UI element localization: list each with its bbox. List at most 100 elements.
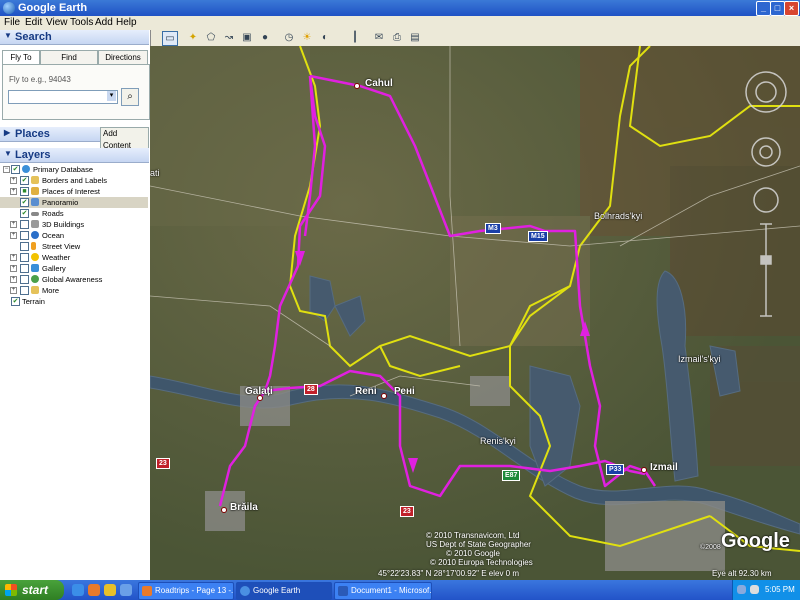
map-label-cahul[interactable]: Cahul [365,78,393,89]
polygon-icon[interactable]: ⬠ [204,31,218,44]
layer-label: Street View [42,242,81,251]
places-section-header[interactable]: ▶ Places Add Content [0,127,149,153]
layer-label: Primary Database [33,165,94,174]
minimize-button[interactable]: _ [756,1,771,16]
layer-checkbox[interactable] [20,264,29,273]
layer-row-panoramio[interactable]: ✔ Panoramio [0,197,148,208]
map-label-reni-cyrillic[interactable]: Рені [394,386,415,397]
layer-checkbox[interactable]: ✔ [11,165,20,174]
close-button[interactable]: × [784,1,799,16]
copyright-line-4: © 2010 Europa Technologies [430,558,533,567]
photo-icon [31,198,39,206]
map-view[interactable]: Cahul Bolhrads'kyi Izmail's'kyi Reni Рен… [150,46,800,580]
layer-row-gallery[interactable]: + Gallery [0,263,148,274]
menu-tools[interactable]: Tools [70,17,93,28]
word-icon [338,586,348,596]
map-label-izmails[interactable]: Izmail's'kyi [678,354,720,364]
collapse-triangle-icon: ▼ [4,31,12,40]
start-button[interactable]: start [0,580,64,600]
tab-find-businesses[interactable]: Find Businesses [40,50,98,75]
tray-volume-icon[interactable] [750,585,759,594]
placemark-icon[interactable]: ✦ [186,31,200,44]
quicklaunch-ie-icon[interactable] [72,584,84,596]
poi-icon [31,187,39,195]
layer-row-roads[interactable]: ✔ Roads [0,208,148,219]
email-icon[interactable]: ✉ [372,31,386,44]
fly-to-input[interactable]: ▾ [8,90,118,104]
layer-row-primary-database[interactable]: − ✔ Primary Database [0,164,148,175]
expand-toggle-icon[interactable]: + [10,287,17,294]
layer-checkbox[interactable] [20,242,29,251]
task-roadtrips[interactable]: Roadtrips - Page 13 -... [138,582,234,600]
quicklaunch-desktop-icon[interactable] [120,584,132,596]
menu-view[interactable]: View [46,17,68,28]
clock[interactable]: 5:05 PM [765,580,795,600]
layer-checkbox[interactable]: ■ [20,187,29,196]
expand-toggle-icon[interactable]: + [10,265,17,272]
layer-checkbox[interactable]: ✔ [20,198,29,207]
image-overlay-icon[interactable]: ▣ [240,31,254,44]
map-label-izmail[interactable]: Izmail [650,462,678,473]
ruler-icon[interactable]: ┃ [348,31,362,44]
start-label: start [22,583,49,597]
menu-help[interactable]: Help [116,17,137,28]
historical-imagery-icon[interactable]: ◷ [282,31,296,44]
expand-toggle-icon[interactable]: + [10,276,17,283]
record-tour-icon[interactable]: ● [258,31,272,44]
map-label-reni[interactable]: Reni [355,386,377,397]
expand-toggle-icon[interactable]: + [10,221,17,228]
layer-checkbox[interactable] [20,286,29,295]
road-shield-e87: E87 [502,470,521,481]
layer-checkbox[interactable]: ✔ [20,209,29,218]
expand-toggle-icon[interactable]: + [10,177,17,184]
print-icon[interactable]: ⎙ [390,31,404,44]
menu-add[interactable]: Add [95,17,113,28]
layer-checkbox[interactable]: ✔ [11,297,20,306]
task-document1[interactable]: Document1 - Microsof... [334,582,432,600]
layer-row-ocean[interactable]: + Ocean [0,230,148,241]
search-button[interactable]: ⌕ [121,88,139,106]
layer-row-3d-buildings[interactable]: + 3D Buildings [0,219,148,230]
layer-checkbox[interactable] [20,231,29,240]
layer-row-global-awareness[interactable]: + Global Awareness [0,274,148,285]
layer-row-borders-and-labels[interactable]: + ✔ Borders and Labels [0,175,148,186]
layer-row-weather[interactable]: + Weather [0,252,148,263]
layers-section-header[interactable]: ▼ Layers [0,148,149,163]
menu-file[interactable]: File [4,17,20,28]
layer-row-street-view[interactable]: Street View [0,241,148,252]
expand-toggle-icon[interactable]: + [10,232,17,239]
expand-toggle-icon[interactable]: + [10,188,17,195]
layer-label: Panoramio [42,198,79,207]
expand-toggle-icon[interactable]: + [10,254,17,261]
layer-row-more[interactable]: + More [0,285,148,296]
maximize-button[interactable]: □ [770,1,785,16]
map-label-galati[interactable]: Galați [245,386,273,397]
dropdown-chevron-icon[interactable]: ▾ [107,91,116,101]
tab-directions[interactable]: Directions [98,50,148,64]
map-label-braila[interactable]: Brăila [230,502,258,513]
expand-toggle-icon[interactable]: − [3,166,10,173]
task-google-earth[interactable]: Google Earth [236,582,332,600]
taskbar: start Roadtrips - Page 13 -... Google Ea… [0,580,800,600]
map-label-renis[interactable]: Renis'kyi [480,436,516,446]
tray-network-icon[interactable] [737,585,746,594]
layer-checkbox[interactable] [20,275,29,284]
search-section-header[interactable]: ▼ Search [0,30,149,45]
quicklaunch-firefox-icon[interactable] [88,584,100,596]
building-icon [31,220,39,228]
path-icon[interactable]: ↝ [222,31,236,44]
sidebar-toggle-icon[interactable]: ▭ [162,31,178,46]
tab-fly-to[interactable]: Fly To [2,50,40,64]
sunlight-icon[interactable]: ☀ [300,31,314,44]
quicklaunch-folder-icon[interactable] [104,584,116,596]
planets-icon[interactable]: ◐ [318,31,332,44]
layer-checkbox[interactable] [20,253,29,262]
layer-row-terrain[interactable]: ✔ Terrain [0,296,148,307]
google-maps-icon[interactable]: ▤ [408,31,422,44]
layer-checkbox[interactable] [20,220,29,229]
layer-row-places-of-interest[interactable]: + ■ Places of Interest [0,186,148,197]
menu-edit[interactable]: Edit [25,17,42,28]
map-label-bolhrads[interactable]: Bolhrads'kyi [594,211,642,221]
ocean-icon [31,231,39,239]
layer-checkbox[interactable]: ✔ [20,176,29,185]
